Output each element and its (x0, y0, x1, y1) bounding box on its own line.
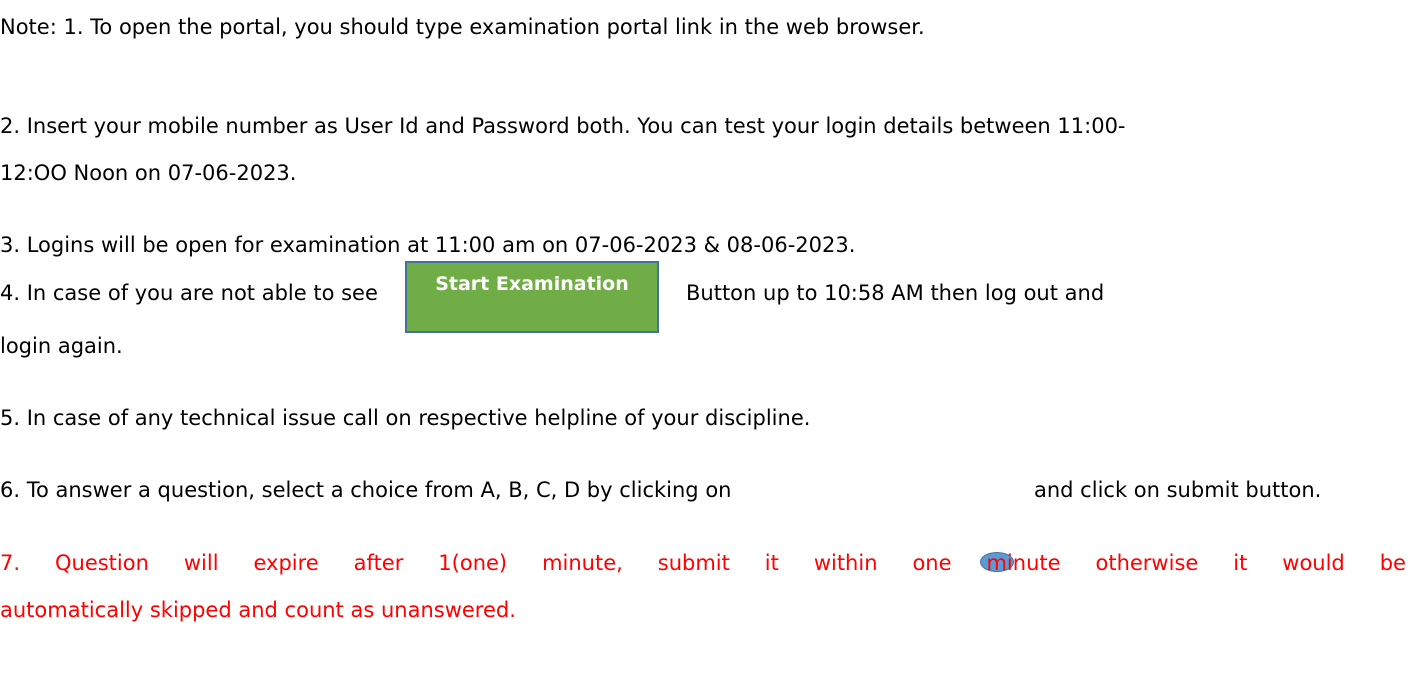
warning-word: expire (253, 551, 319, 575)
warning-word: 7. (0, 551, 21, 575)
note-line-5: 5. In case of any technical issue call o… (0, 406, 811, 430)
warning-word: after (353, 551, 404, 575)
note-line-3: 3. Logins will be open for examination a… (0, 233, 856, 257)
warning-word: 1(one) (438, 551, 508, 575)
note-line-7b-warning: automatically skipped and count as unans… (0, 598, 516, 622)
warning-word: submit (657, 551, 730, 575)
note-line-4b: login again. (0, 334, 123, 358)
warning-word: Question (54, 551, 149, 575)
note-line-4-start: 4. In case of you are not able to see (0, 281, 378, 305)
start-examination-button[interactable]: Start Examination (405, 261, 659, 333)
note-line-2a: 2. Insert your mobile number as User Id … (0, 114, 1126, 138)
warning-word: be (1379, 551, 1406, 575)
warning-word: will (183, 551, 219, 575)
warning-word: otherwise (1095, 551, 1199, 575)
note-line-1: Note: 1. To open the portal, you should … (0, 15, 925, 39)
warning-word: minute, (542, 551, 623, 575)
note-line-6-end: and click on submit button. (1034, 478, 1322, 502)
note-line-2b: 12:OO Noon on 07-06-2023. (0, 161, 297, 185)
note-line-7-warning: 7. Question will expire after 1(one) minute, su… (0, 548, 1406, 578)
warning-word: would (1282, 551, 1345, 575)
warning-word: minute (986, 551, 1061, 575)
instructions-document: Note: 1. To open the portal, you should … (0, 0, 1408, 691)
warning-word: one (912, 551, 952, 575)
warning-word: it (764, 551, 779, 575)
warning-word: it (1233, 551, 1248, 575)
warning-word: within (813, 551, 878, 575)
note-line-4-end: Button up to 10:58 AM then log out and (686, 281, 1105, 305)
note-line-6-start: 6. To answer a question, select a choice… (0, 478, 732, 502)
